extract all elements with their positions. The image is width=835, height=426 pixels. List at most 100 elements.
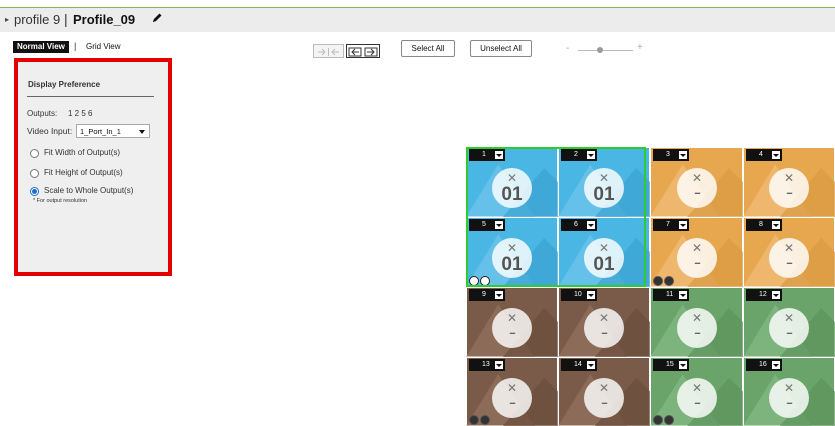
close-icon[interactable]: ✕ [769, 312, 809, 324]
audio-icon[interactable] [469, 415, 479, 425]
zoom-in-button[interactable]: + [637, 42, 643, 53]
tile-dropdown-icon[interactable] [679, 151, 687, 159]
tile-number: 2 [574, 151, 578, 158]
close-icon[interactable]: ✕ [584, 172, 624, 184]
close-icon[interactable]: ✕ [492, 242, 532, 254]
expand-arrows-icon [348, 47, 378, 57]
expand-button[interactable] [346, 44, 380, 58]
tile-dropdown-icon[interactable] [587, 221, 595, 229]
tile-number-badge: 16 [746, 359, 782, 371]
source-label: 01 [593, 184, 615, 205]
output-tile[interactable]: 3 ✕ -- [650, 147, 743, 217]
stop-icon[interactable] [480, 276, 490, 286]
tile-dropdown-icon[interactable] [679, 361, 687, 369]
stop-icon[interactable] [480, 415, 490, 425]
output-tile[interactable]: 15 ✕ -- [650, 357, 743, 426]
tile-dropdown-icon[interactable] [495, 151, 503, 159]
close-icon[interactable]: ✕ [492, 312, 532, 324]
close-icon[interactable]: ✕ [677, 312, 717, 324]
collapse-button[interactable] [313, 44, 344, 58]
tile-number: 16 [759, 361, 767, 368]
source-indicator: ✕ -- [769, 168, 809, 208]
output-tile[interactable]: 6 ✕ 01 [558, 217, 650, 287]
tile-dropdown-icon[interactable] [587, 361, 595, 369]
tile-number-badge: 6 [561, 219, 597, 231]
output-tile[interactable]: 13 ✕ -- [466, 357, 558, 426]
source-indicator: ✕ -- [677, 238, 717, 278]
tile-dropdown-icon[interactable] [772, 151, 780, 159]
close-icon[interactable]: ✕ [584, 312, 624, 324]
source-indicator: ✕ 01 [584, 238, 624, 278]
close-icon[interactable]: ✕ [769, 172, 809, 184]
close-icon[interactable]: ✕ [677, 172, 717, 184]
close-icon[interactable]: ✕ [677, 382, 717, 394]
tile-controls [653, 273, 675, 286]
video-input-select[interactable]: 1_Port_In_1 [76, 124, 150, 138]
zoom-slider-handle[interactable] [597, 47, 603, 53]
close-icon[interactable]: ✕ [677, 242, 717, 254]
output-tile[interactable]: 4 ✕ -- [743, 147, 835, 217]
tile-number: 8 [759, 221, 763, 228]
tile-dropdown-icon[interactable] [679, 221, 687, 229]
output-tile[interactable]: 7 ✕ -- [650, 217, 743, 287]
output-tile[interactable]: 8 ✕ -- [743, 217, 835, 287]
tile-number: 7 [666, 221, 670, 228]
tile-dropdown-icon[interactable] [587, 151, 595, 159]
source-indicator: ✕ -- [584, 378, 624, 418]
audio-icon[interactable] [653, 276, 663, 286]
audio-icon[interactable] [469, 276, 479, 286]
source-indicator: ✕ -- [584, 308, 624, 348]
tile-number: 10 [574, 291, 582, 298]
source-label: -- [694, 397, 700, 409]
tile-dropdown-icon[interactable] [495, 361, 503, 369]
close-icon[interactable]: ✕ [492, 172, 532, 184]
tile-dropdown-icon[interactable] [495, 291, 503, 299]
output-tile[interactable]: 14 ✕ -- [558, 357, 650, 426]
close-icon[interactable]: ✕ [769, 242, 809, 254]
stop-icon[interactable] [664, 276, 674, 286]
grid-view-tab[interactable]: Grid View [86, 42, 121, 51]
close-icon[interactable]: ✕ [769, 382, 809, 394]
tile-number-badge: 10 [561, 289, 597, 301]
close-icon[interactable]: ✕ [492, 382, 532, 394]
output-tile[interactable]: 9 ✕ -- [466, 287, 558, 357]
tile-dropdown-icon[interactable] [495, 221, 503, 229]
fit-width-radio[interactable] [30, 149, 39, 158]
expand-arrow-icon[interactable]: ▸ [5, 15, 9, 24]
output-tile[interactable]: 16 ✕ -- [743, 357, 835, 426]
output-tile[interactable]: 12 ✕ -- [743, 287, 835, 357]
source-label: -- [509, 397, 515, 409]
tile-number-badge: 12 [746, 289, 782, 301]
normal-view-tab[interactable]: Normal View [13, 41, 69, 53]
tile-dropdown-icon[interactable] [679, 291, 687, 299]
edit-pencil-icon[interactable] [151, 12, 163, 24]
tile-dropdown-icon[interactable] [772, 361, 780, 369]
collapse-arrows-icon [318, 48, 339, 56]
video-wall-grid: 1 ✕ 01 2 ✕ 01 3 ✕ -- 4 ✕ -- 5 ✕ 01 6 ✕ 01 7 ✕ -- 8 ✕ -- 9 ✕ -- 10 ✕ -… [466, 147, 835, 426]
unselect-all-button[interactable]: Unselect All [470, 40, 532, 57]
profile-name: Profile_09 [73, 12, 136, 27]
tile-dropdown-icon[interactable] [587, 291, 595, 299]
tile-number: 9 [482, 291, 486, 298]
scale-whole-radio[interactable] [30, 187, 39, 196]
output-tile[interactable]: 5 ✕ 01 [466, 217, 558, 287]
audio-icon[interactable] [653, 415, 663, 425]
zoom-slider-track[interactable] [578, 50, 633, 51]
tile-dropdown-icon[interactable] [772, 221, 780, 229]
output-tile[interactable]: 10 ✕ -- [558, 287, 650, 357]
fit-height-radio[interactable] [30, 169, 39, 178]
stop-icon[interactable] [664, 415, 674, 425]
zoom-out-button[interactable]: - [566, 43, 569, 54]
select-all-button[interactable]: Select All [401, 40, 455, 57]
output-tile[interactable]: 1 ✕ 01 [466, 147, 558, 217]
output-tile[interactable]: 2 ✕ 01 [558, 147, 650, 217]
source-indicator: ✕ -- [677, 308, 717, 348]
source-indicator: ✕ 01 [492, 168, 532, 208]
tile-dropdown-icon[interactable] [772, 291, 780, 299]
tile-number: 15 [666, 361, 674, 368]
source-label: 01 [501, 254, 523, 275]
close-icon[interactable]: ✕ [584, 382, 624, 394]
tile-number-badge: 4 [746, 149, 782, 161]
close-icon[interactable]: ✕ [584, 242, 624, 254]
output-tile[interactable]: 11 ✕ -- [650, 287, 743, 357]
